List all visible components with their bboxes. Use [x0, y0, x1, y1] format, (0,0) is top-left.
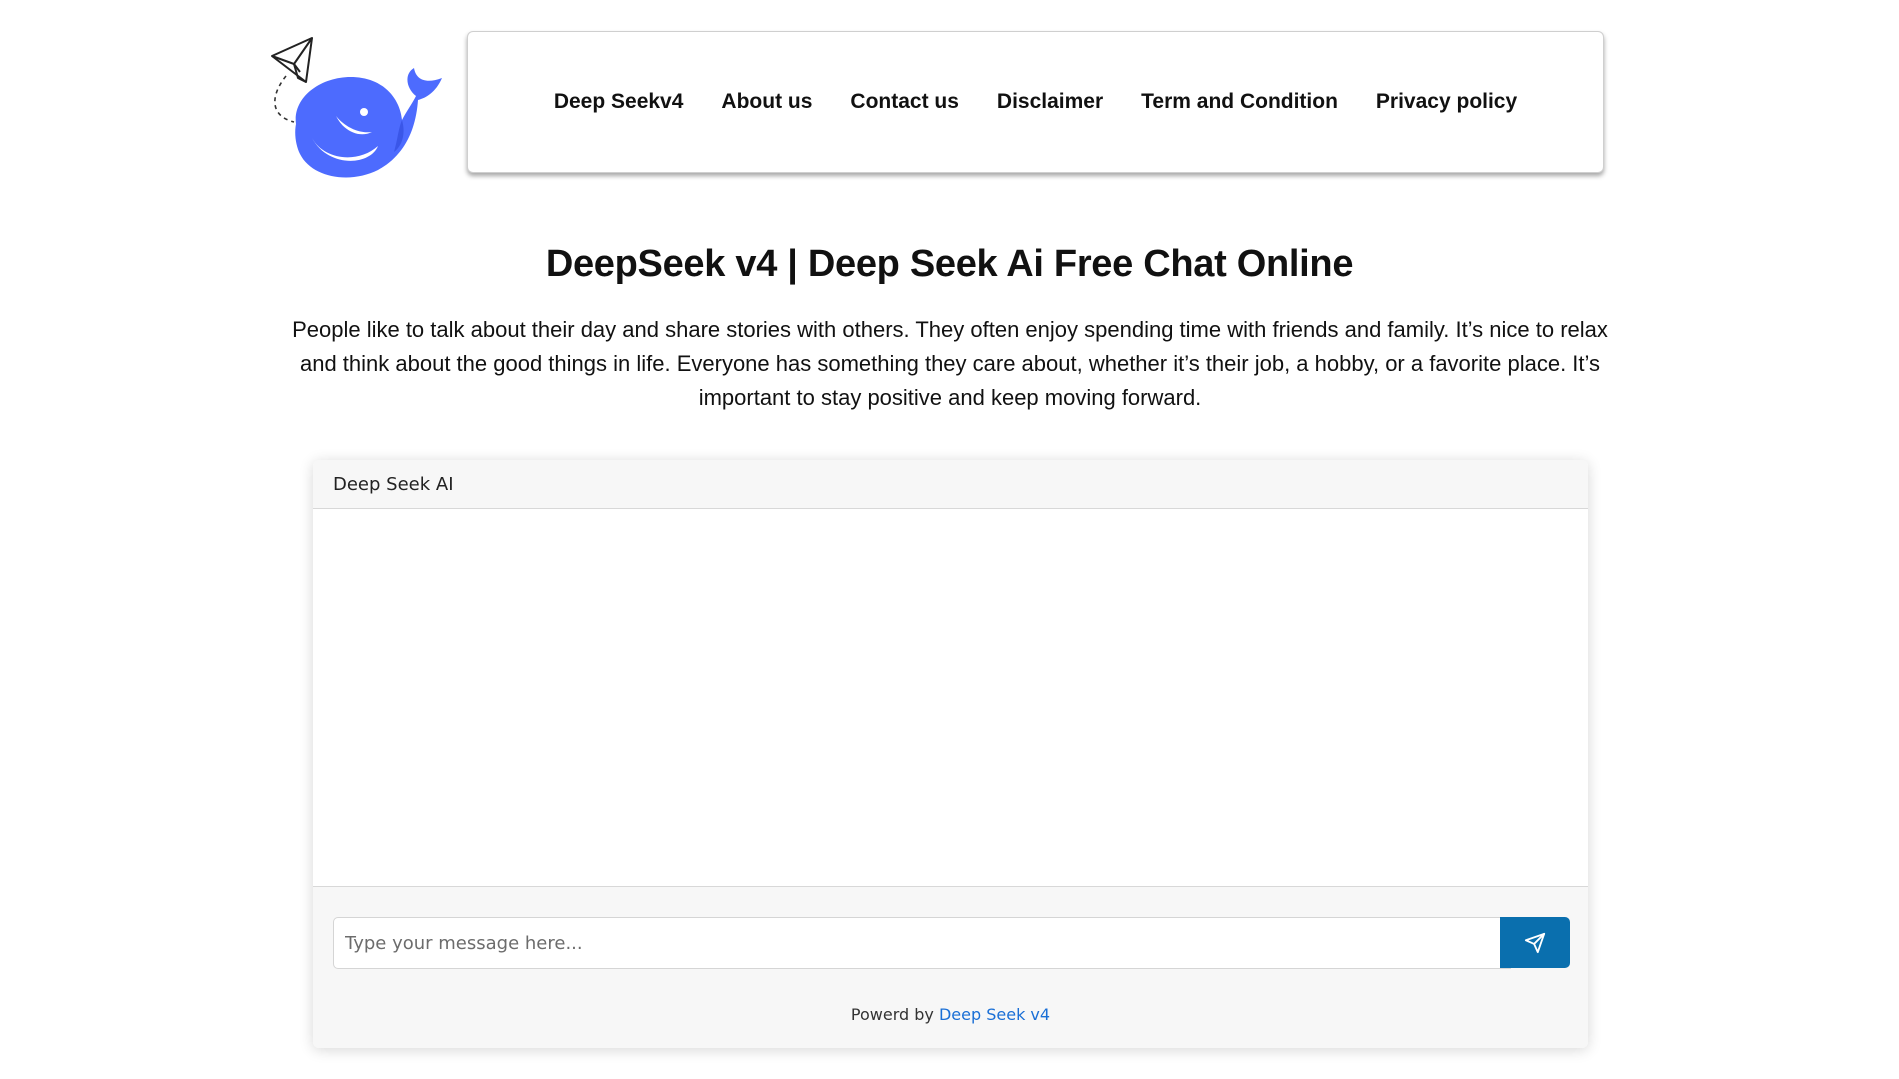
deepseek-whale-logo[interactable]: [266, 34, 446, 184]
chat-messages-area[interactable]: [313, 509, 1588, 886]
powered-by-label: Powerd by: [850, 1005, 934, 1024]
nav-link-terms[interactable]: Term and Condition: [1141, 90, 1338, 114]
page-title: DeepSeek v4 | Deep Seek Ai Free Chat Onl…: [545, 243, 1354, 285]
main-navbar: Deep Seekv4 About us Contact us Disclaim…: [467, 31, 1604, 173]
nav-link-contact-us[interactable]: Contact us: [850, 90, 959, 114]
nav-link-deep-seekv4[interactable]: Deep Seekv4: [554, 90, 684, 114]
chat-header: Deep Seek AI: [313, 460, 1588, 509]
chat-footer: Powerd by Deep Seek v4: [313, 886, 1588, 1048]
paper-plane-icon: [271, 37, 313, 83]
nav-link-disclaimer[interactable]: Disclaimer: [997, 90, 1103, 114]
send-icon: [1524, 932, 1546, 953]
page: Deep Seekv4 About us Contact us Disclaim…: [0, 0, 1899, 1079]
powered-by: Powerd by Deep Seek v4: [313, 1005, 1588, 1024]
intro-paragraph: People like to talk about their day and …: [292, 317, 1608, 410]
nav-link-privacy-policy[interactable]: Privacy policy: [1376, 90, 1517, 114]
powered-by-link[interactable]: Deep Seek v4: [939, 1005, 1050, 1024]
nav-link-about-us[interactable]: About us: [721, 90, 812, 114]
chat-header-title: Deep Seek AI: [333, 474, 454, 495]
send-button[interactable]: [1500, 917, 1570, 968]
chat-widget: Deep Seek AI Powerd by Deep Seek v4: [313, 460, 1588, 1048]
message-input[interactable]: [333, 917, 1511, 969]
